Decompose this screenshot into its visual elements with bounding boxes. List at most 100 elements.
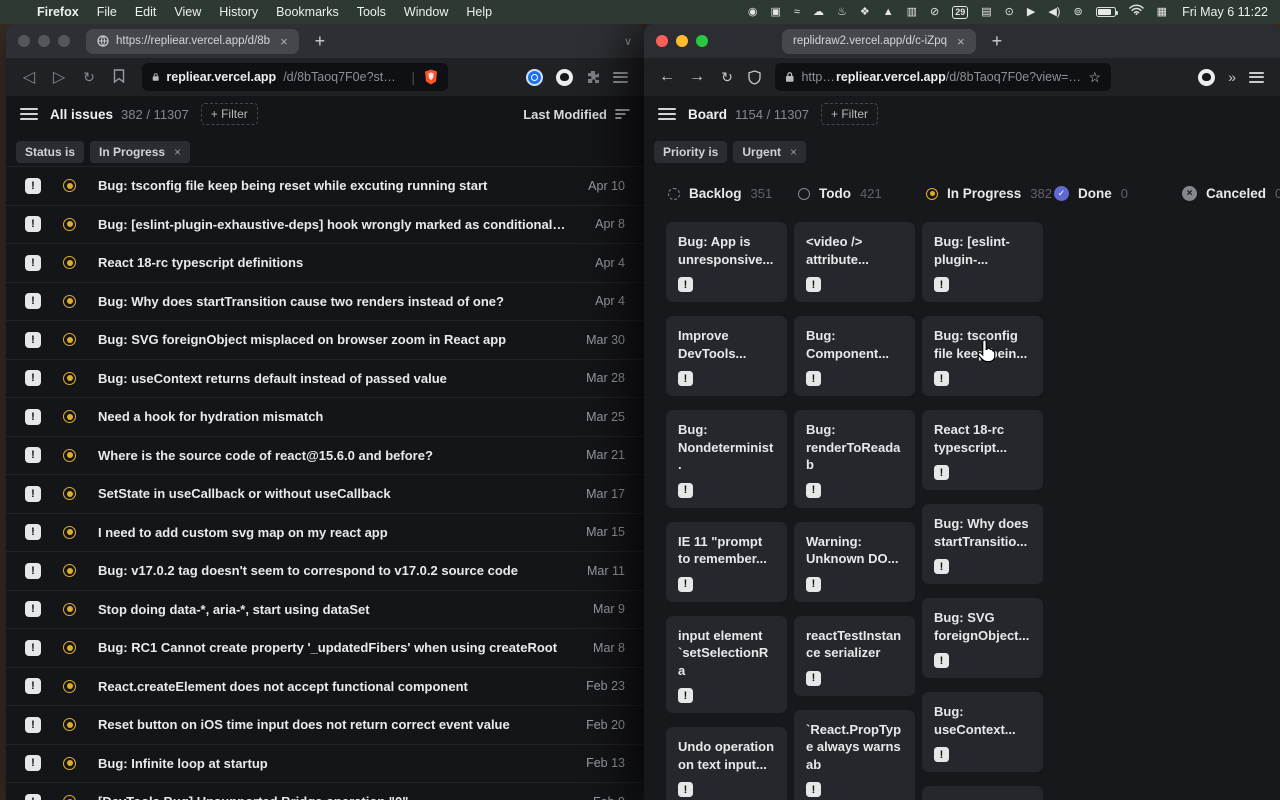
zoom-window-button[interactable] xyxy=(58,35,70,47)
new-tab-button[interactable]: + xyxy=(992,31,1003,52)
address-bar[interactable]: repliear.vercel.app /d/8bTaoq7F0e?status… xyxy=(142,63,448,91)
issue-row[interactable]: !React 18-rc typescript definitionsApr 4 xyxy=(6,243,644,282)
calendar-icon[interactable]: 29 xyxy=(952,6,968,19)
do-not-disturb-icon[interactable]: ⊘ xyxy=(930,0,939,24)
close-window-button[interactable] xyxy=(656,35,668,47)
menu-bar-clock[interactable]: Fri May 6 11:22 xyxy=(1182,5,1268,19)
minimize-window-button[interactable] xyxy=(676,35,688,47)
minimize-window-button[interactable] xyxy=(38,35,50,47)
tab-close-icon[interactable]: × xyxy=(957,34,965,49)
in-progress-status-icon[interactable] xyxy=(63,795,76,800)
in-progress-status-icon[interactable] xyxy=(63,487,76,500)
add-filter-button[interactable]: + Filter xyxy=(821,103,878,125)
issue-card[interactable]: Bug: App is unresponsive...! xyxy=(666,222,787,302)
filter-chip-priority-is[interactable]: Priority is xyxy=(654,141,727,163)
menu-bookmarks[interactable]: Bookmarks xyxy=(267,0,348,24)
issue-card[interactable]: Undo operation on text input...! xyxy=(666,727,787,800)
issue-card[interactable]: Bug: renderToReadab! xyxy=(794,410,915,508)
urgent-priority-icon[interactable]: ! xyxy=(25,409,41,425)
issue-row[interactable]: !Bug: useContext returns default instead… xyxy=(6,359,644,398)
chip-remove-icon[interactable]: × xyxy=(174,145,181,159)
overflow-chevrons-icon[interactable]: » xyxy=(1228,69,1236,85)
menu-file[interactable]: File xyxy=(88,0,126,24)
urgent-priority-icon[interactable]: ! xyxy=(25,293,41,309)
filter-chip-urgent[interactable]: Urgent× xyxy=(733,141,806,163)
issue-row[interactable]: !SetState in useCallback or without useC… xyxy=(6,474,644,513)
issue-card[interactable]: Warning: Unknown DO...! xyxy=(794,522,915,602)
browser-menu-icon[interactable] xyxy=(613,72,628,83)
chip-remove-icon[interactable]: × xyxy=(790,145,797,159)
zoom-window-button[interactable] xyxy=(696,35,708,47)
dropbox-icon[interactable]: ❖ xyxy=(860,0,870,24)
urgent-priority-icon[interactable]: ! xyxy=(25,370,41,386)
address-bar[interactable]: https://repliear.vercel.app/d/8bTaoq7F0e… xyxy=(775,63,1111,91)
urgent-priority-icon[interactable]: ! xyxy=(25,524,41,540)
issue-row[interactable]: !Bug: SVG foreignObject misplaced on bro… xyxy=(6,320,644,359)
volume-icon[interactable]: ◀) xyxy=(1048,0,1060,24)
issue-card[interactable]: reactTestInstance serializer! xyxy=(794,616,915,696)
forward-button[interactable]: → xyxy=(684,68,710,86)
urgent-priority-icon[interactable]: ! xyxy=(25,486,41,502)
issue-card[interactable]: Improve DevTools...! xyxy=(666,316,787,396)
password-manager-icon[interactable] xyxy=(526,69,543,86)
urgent-priority-icon[interactable]: ! xyxy=(25,640,41,656)
issue-row[interactable]: !Stop doing data-*, aria-*, start using … xyxy=(6,590,644,629)
issue-card[interactable]: Bug: useContext...! xyxy=(922,692,1043,772)
in-progress-status-icon[interactable] xyxy=(63,333,76,346)
issue-row[interactable]: !Reset button on iOS time input does not… xyxy=(6,705,644,744)
issue-row[interactable]: !Need a hook for hydration mismatchMar 2… xyxy=(6,397,644,436)
tab-close-icon[interactable]: × xyxy=(280,34,288,49)
urgent-priority-icon[interactable]: ! xyxy=(25,717,41,733)
issue-card[interactable]: Bug: SVG foreignObject...! xyxy=(922,598,1043,678)
browser-menu-icon[interactable] xyxy=(1249,72,1264,83)
issue-card[interactable]: <video /> attribute...! xyxy=(794,222,915,302)
vercel-icon[interactable]: ▲ xyxy=(883,0,894,24)
issue-card[interactable]: Bug: [eslint-plugin-...! xyxy=(922,222,1043,302)
menu-edit[interactable]: Edit xyxy=(126,0,166,24)
window-controls[interactable] xyxy=(656,35,708,47)
filter-chip-in-progress[interactable]: In Progress× xyxy=(90,141,190,163)
in-progress-status-icon[interactable] xyxy=(63,526,76,539)
issue-row[interactable]: !Bug: Infinite loop at startupFeb 13 xyxy=(6,744,644,783)
in-progress-status-icon[interactable] xyxy=(63,641,76,654)
in-progress-status-icon[interactable] xyxy=(63,256,76,269)
urgent-priority-icon[interactable]: ! xyxy=(25,794,41,800)
play-icon[interactable]: ▶ xyxy=(1027,0,1035,24)
filter-chip-status-is[interactable]: Status is xyxy=(16,141,84,163)
stage-manager-icon[interactable]: ▦ xyxy=(1157,0,1167,24)
issue-row[interactable]: !Bug: tsconfig file keep being reset whi… xyxy=(6,166,644,205)
issue-row[interactable]: !I need to add custom svg map on my reac… xyxy=(6,513,644,552)
screen-capture-icon[interactable]: ▣ xyxy=(771,0,781,24)
docker-icon[interactable]: ≈ xyxy=(794,0,800,24)
tab-overflow-chevron-icon[interactable]: ∨ xyxy=(624,35,632,48)
menu-history[interactable]: History xyxy=(210,0,267,24)
urgent-priority-icon[interactable]: ! xyxy=(25,255,41,271)
cloud-sync-icon[interactable]: ☁ xyxy=(813,0,824,24)
github-extension-icon[interactable] xyxy=(1198,69,1215,86)
record-icon[interactable]: ◉ xyxy=(748,0,758,24)
in-progress-status-icon[interactable] xyxy=(63,295,76,308)
app-sidebar-menu-icon[interactable] xyxy=(658,108,676,120)
in-progress-status-icon[interactable] xyxy=(63,718,76,731)
in-progress-status-icon[interactable] xyxy=(63,449,76,462)
in-progress-status-icon[interactable] xyxy=(63,218,76,231)
menu-help[interactable]: Help xyxy=(457,0,501,24)
in-progress-status-icon[interactable] xyxy=(63,372,76,385)
in-progress-status-icon[interactable] xyxy=(63,603,76,616)
tracking-protection-shield-icon[interactable] xyxy=(748,70,761,85)
urgent-priority-icon[interactable]: ! xyxy=(25,178,41,194)
issue-card[interactable]: `React.PropType always warns ab! xyxy=(794,710,915,800)
github-extension-icon[interactable] xyxy=(556,69,573,86)
wifi-icon[interactable] xyxy=(1129,0,1144,24)
window-controls[interactable] xyxy=(18,35,70,47)
upload-icon[interactable]: ▤ xyxy=(981,0,991,24)
close-window-button[interactable] xyxy=(18,35,30,47)
issue-card[interactable]: React 18-rc typescript...! xyxy=(922,410,1043,490)
in-progress-status-icon[interactable] xyxy=(63,179,76,192)
bookmark-icon[interactable] xyxy=(106,69,132,86)
issue-row[interactable]: !Bug: RC1 Cannot create property '_updat… xyxy=(6,628,644,667)
back-button[interactable]: ← xyxy=(654,68,680,86)
in-progress-status-icon[interactable] xyxy=(63,680,76,693)
issue-card[interactable]: Bug: tsconfig file keep bein...! xyxy=(922,316,1043,396)
issue-row[interactable]: !Bug: v17.0.2 tag doesn't seem to corres… xyxy=(6,551,644,590)
